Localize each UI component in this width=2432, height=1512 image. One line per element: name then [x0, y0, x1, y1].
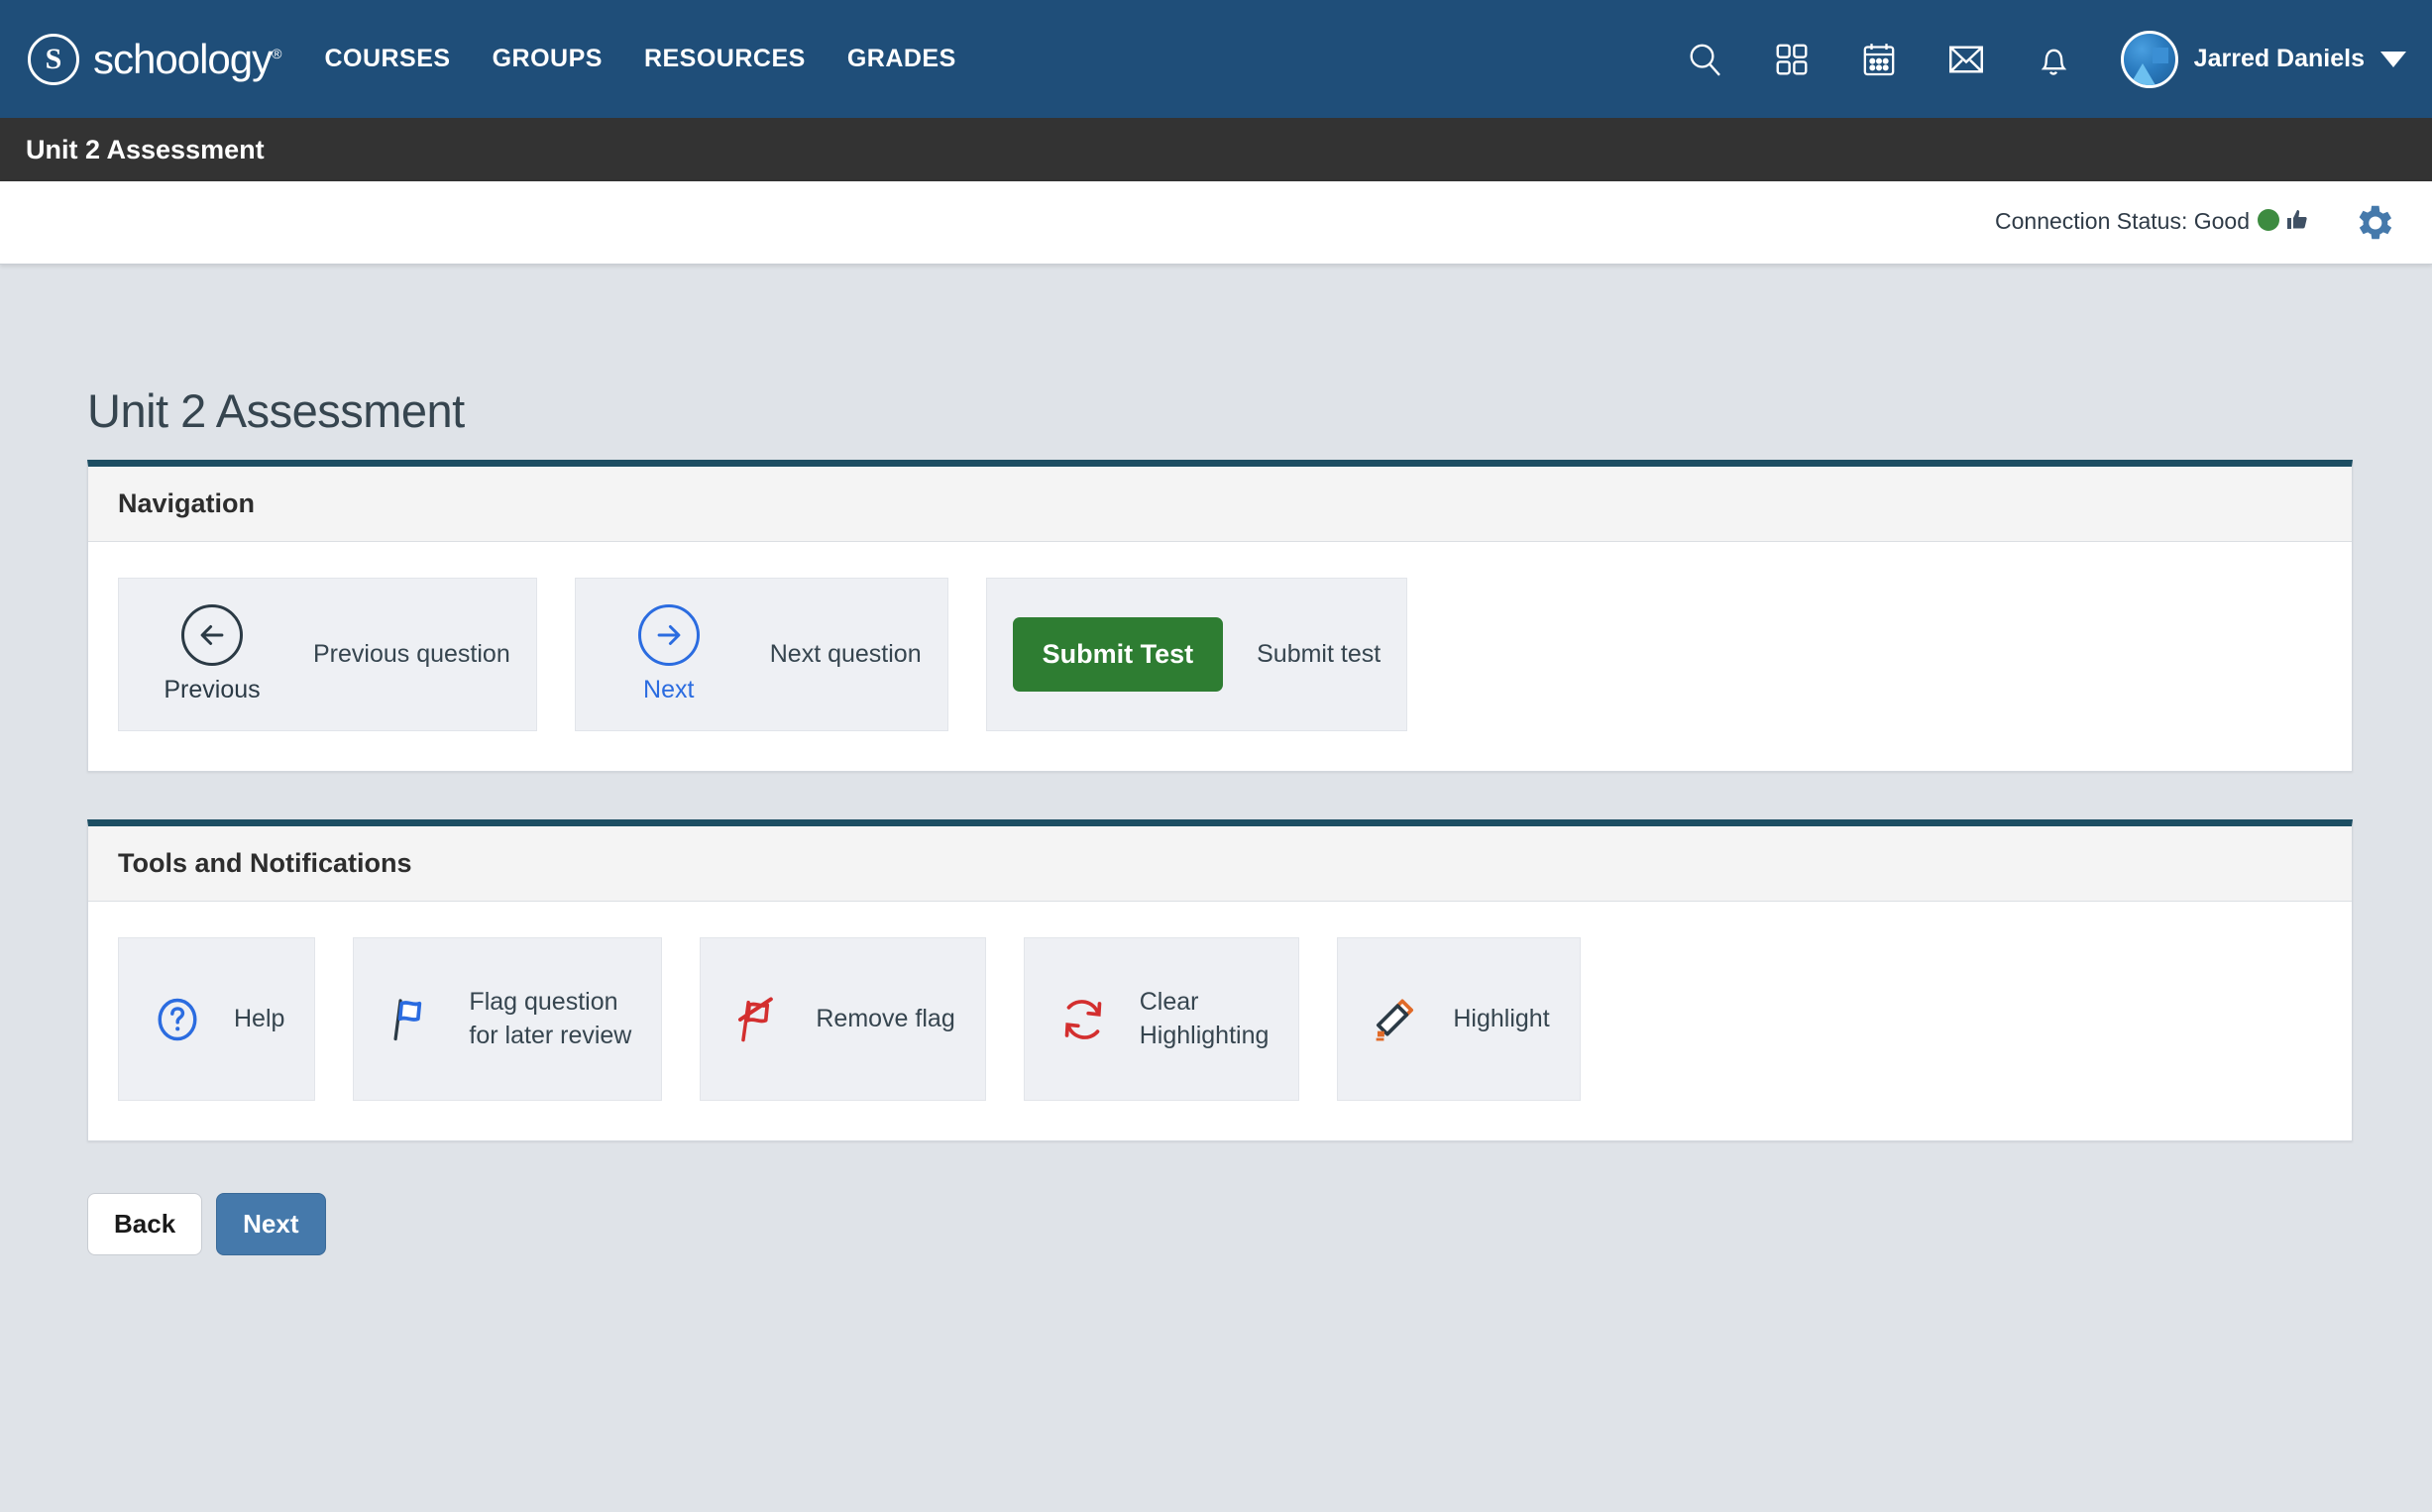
- refresh-circular-icon: [1054, 994, 1112, 1045]
- back-button[interactable]: Back: [87, 1193, 202, 1255]
- brand-word-text: schoology: [93, 36, 272, 82]
- bell-icon[interactable]: [2028, 34, 2079, 85]
- avatar: [2121, 31, 2178, 88]
- navigation-panel-title: Navigation: [118, 488, 255, 518]
- settings-gear-icon[interactable]: [2351, 200, 2396, 246]
- status-dot-icon: [2258, 209, 2279, 231]
- next-label: Next: [643, 676, 694, 704]
- flag-question-label: Flag question for later review: [469, 986, 631, 1053]
- mail-icon[interactable]: [1940, 34, 1992, 85]
- navigation-panel-body: Previous Previous question Next Next que…: [88, 542, 2352, 771]
- apps-grid-icon[interactable]: [1766, 34, 1818, 85]
- tools-panel: Tools and Notifications Help: [87, 819, 2353, 1141]
- highlight-label: Highlight: [1453, 1003, 1549, 1036]
- registered-mark: ®: [272, 46, 280, 61]
- tools-panel-header: Tools and Notifications: [88, 826, 2352, 902]
- main-content: Unit 2 Assessment Navigation Previous Pr…: [0, 265, 2432, 1512]
- user-name: Jarred Daniels: [2194, 45, 2365, 73]
- next-icon-column: Next: [602, 604, 736, 704]
- help-tool-card[interactable]: Help: [118, 937, 315, 1101]
- tools-panel-title: Tools and Notifications: [118, 848, 412, 878]
- arrow-left-circle-icon[interactable]: [181, 604, 243, 666]
- schoology-s-icon: S: [28, 34, 79, 85]
- connection-status-bar: Connection Status: Good: [0, 181, 2432, 265]
- nav-link-groups[interactable]: GROUPS: [493, 45, 603, 73]
- previous-label: Previous: [164, 676, 260, 704]
- user-menu[interactable]: Jarred Daniels: [2121, 31, 2406, 88]
- previous-question-card[interactable]: Previous Previous question: [118, 578, 537, 731]
- clear-highlighting-tool-card[interactable]: Clear Highlighting: [1024, 937, 1300, 1101]
- page-title: Unit 2 Assessment: [0, 265, 2432, 460]
- highlight-tool-card[interactable]: Highlight: [1337, 937, 1580, 1101]
- assessment-title: Unit 2 Assessment: [26, 135, 265, 165]
- previous-icon-column: Previous: [145, 604, 279, 704]
- clear-highlighting-label: Clear Highlighting: [1140, 986, 1270, 1053]
- nav-link-resources[interactable]: RESOURCES: [644, 45, 806, 73]
- submit-test-description: Submit test: [1257, 640, 1381, 669]
- previous-description: Previous question: [313, 640, 510, 669]
- search-icon[interactable]: [1679, 34, 1730, 85]
- arrow-right-circle-icon[interactable]: [638, 604, 700, 666]
- flag-removed-icon: [730, 994, 788, 1045]
- assessment-subheader: Unit 2 Assessment: [0, 118, 2432, 181]
- thumbs-up-icon: [2285, 208, 2309, 238]
- nav-link-grades[interactable]: GRADES: [847, 45, 956, 73]
- primary-nav-links: COURSES GROUPS RESOURCES GRADES: [324, 45, 955, 73]
- help-label: Help: [234, 1003, 284, 1036]
- calendar-icon[interactable]: [1853, 34, 1905, 85]
- navigation-panel-header: Navigation: [88, 467, 2352, 542]
- connection-status-label: Connection Status: Good: [1995, 208, 2309, 238]
- top-navigation-bar: S schoology® COURSES GROUPS RESOURCES GR…: [0, 0, 2432, 118]
- submit-test-card[interactable]: Submit Test Submit test: [986, 578, 1408, 731]
- question-circle-icon: [149, 994, 206, 1045]
- next-description: Next question: [770, 640, 922, 669]
- remove-flag-label: Remove flag: [816, 1003, 954, 1036]
- connection-status-text: Connection Status: Good: [1995, 208, 2250, 234]
- top-nav-right-cluster: Jarred Daniels: [1679, 0, 2406, 118]
- next-question-card[interactable]: Next Next question: [575, 578, 948, 731]
- next-button[interactable]: Next: [216, 1193, 325, 1255]
- footer-buttons: Back Next: [0, 1141, 2432, 1255]
- schoology-logo[interactable]: S schoology®: [28, 34, 280, 85]
- flag-icon: [384, 994, 441, 1045]
- tools-panel-body: Help Flag question for later review: [88, 902, 2352, 1140]
- submit-test-button[interactable]: Submit Test: [1013, 617, 1224, 692]
- nav-link-courses[interactable]: COURSES: [324, 45, 450, 73]
- flag-question-tool-card[interactable]: Flag question for later review: [353, 937, 662, 1101]
- highlighter-pencil-icon: [1368, 994, 1425, 1045]
- remove-flag-tool-card[interactable]: Remove flag: [700, 937, 985, 1101]
- chevron-down-icon[interactable]: [2380, 52, 2406, 67]
- navigation-panel: Navigation Previous Previous question: [87, 460, 2353, 772]
- brand-wordmark: schoology®: [93, 36, 280, 83]
